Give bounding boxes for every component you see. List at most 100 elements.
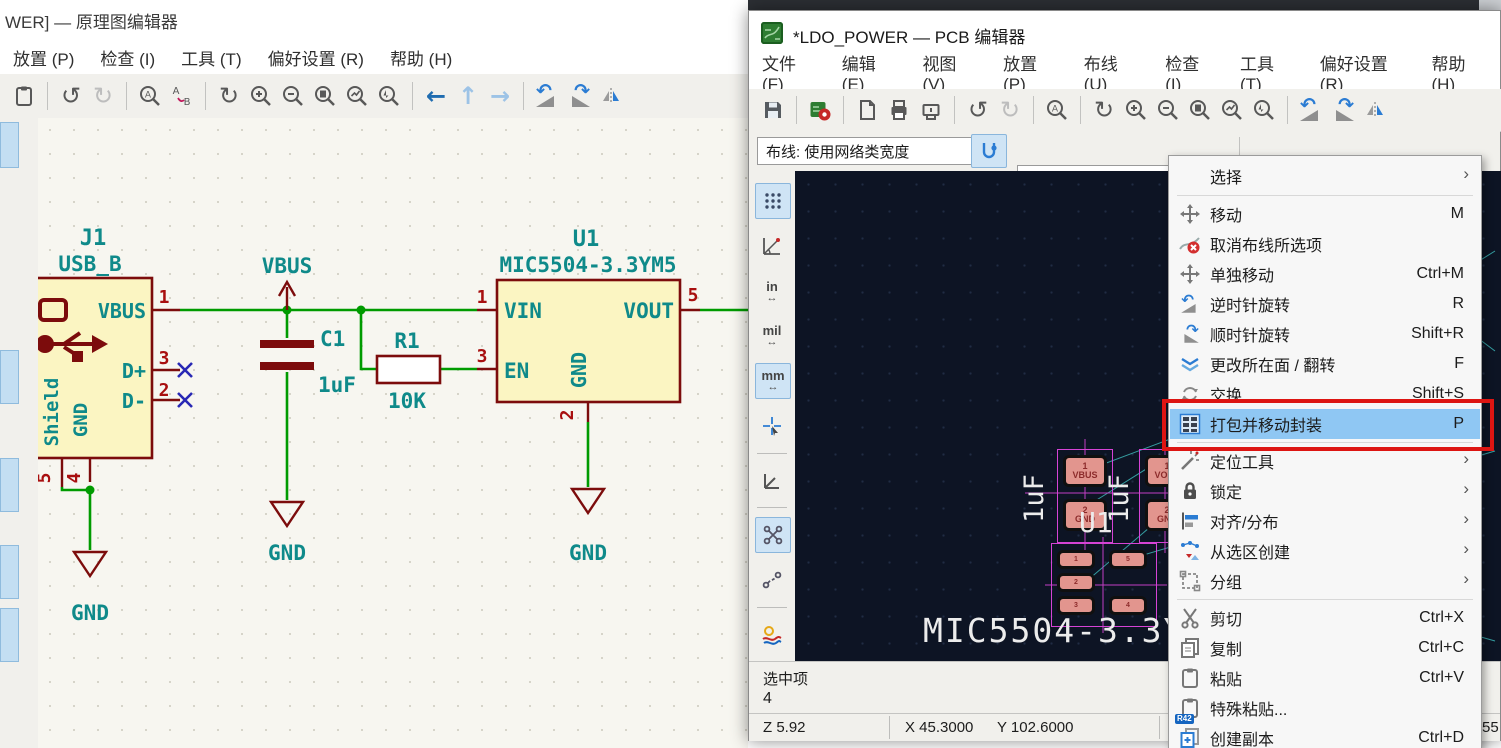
menu-item-create-from-selection[interactable]: 从选区创建 <box>1170 536 1480 566</box>
zoom-out-button[interactable] <box>1152 93 1184 127</box>
paste-button[interactable] <box>8 79 40 113</box>
left-tool-button-partial[interactable] <box>0 458 19 512</box>
left-tool-button-partial[interactable] <box>0 122 19 168</box>
menu-place[interactable]: 放置 (P) <box>990 55 1071 89</box>
mirror-button[interactable] <box>595 79 627 113</box>
cursor-style-button[interactable] <box>755 409 789 443</box>
menu-edit[interactable]: 编辑 (E) <box>829 55 910 89</box>
refresh-button[interactable]: ↻ <box>1088 93 1120 127</box>
menu-item-unroute[interactable]: 取消布线所选项 <box>1170 229 1480 259</box>
u1-pad-2[interactable]: 2 <box>1057 573 1095 592</box>
menu-help[interactable]: 帮助 (H) <box>1419 55 1500 89</box>
menu-item-lock[interactable]: 锁定 <box>1170 476 1480 506</box>
nav-up-button[interactable]: ↑ <box>452 79 484 113</box>
u1-ref-silk[interactable]: U1 <box>1079 506 1113 539</box>
c1-pad-1[interactable]: 1VBUS <box>1063 455 1107 487</box>
menu-tools[interactable]: 工具 (T) <box>1227 55 1307 89</box>
menu-place[interactable]: 放置 (P) <box>0 40 87 74</box>
menu-item-copy[interactable]: 复制 Ctrl+C <box>1170 633 1480 663</box>
redo-button[interactable]: ↻ <box>994 93 1026 127</box>
copy-icon <box>1177 636 1203 660</box>
menu-item-rotate-cw[interactable]: ↷ 顺时针旋转 Shift+R <box>1170 319 1480 349</box>
find-button[interactable] <box>134 79 166 113</box>
undo-button[interactable]: ↺ <box>55 79 87 113</box>
menu-item-paste[interactable]: 粘贴 Ctrl+V <box>1170 663 1480 693</box>
rotate-ccw-button[interactable]: ↶ <box>531 79 563 113</box>
zoom-fit-button[interactable] <box>1184 93 1216 127</box>
menu-item-group[interactable]: 分组 <box>1170 566 1480 596</box>
menu-item-label: 从选区创建 <box>1210 539 1290 563</box>
menu-item-shortcut: R <box>1452 295 1464 313</box>
ratsnest-curved-button[interactable] <box>755 563 789 597</box>
left-tool-button-partial[interactable] <box>0 350 19 404</box>
board-setup-button[interactable] <box>804 93 836 127</box>
menu-view[interactable]: 视图 (V) <box>909 55 990 89</box>
track-width-select[interactable]: 布线: 使用网络类宽度 <box>757 137 989 165</box>
save-button[interactable] <box>757 93 789 127</box>
zoom-objects-button[interactable] <box>341 79 373 113</box>
track-posture-button[interactable] <box>971 134 1007 168</box>
free-angle-button[interactable] <box>755 463 789 497</box>
flip-button[interactable] <box>1359 93 1391 127</box>
menu-file[interactable]: 文件 (F) <box>749 55 829 89</box>
zoom-in-button[interactable] <box>245 79 277 113</box>
find-button[interactable] <box>1041 93 1073 127</box>
zoom-out-button[interactable] <box>277 79 309 113</box>
menu-preferences[interactable]: 偏好设置 (R) <box>1307 55 1419 89</box>
menu-item-label: 选择 <box>1210 164 1242 188</box>
menu-inspect[interactable]: 检查 (I) <box>1152 55 1227 89</box>
c1-symbol[interactable]: C1 1uF <box>260 327 356 397</box>
align-icon <box>1177 509 1203 533</box>
c1-value-silk[interactable]: 1uF <box>1019 474 1050 523</box>
u1-pad-1[interactable]: 1 <box>1057 550 1095 569</box>
j1-symbol[interactable]: J1 USB_B VBUS D+ D- Shield GND 1 3 2 5 4 <box>38 226 192 487</box>
rotate-ccw-button[interactable]: ↶ <box>1295 93 1327 127</box>
highlight-net-button[interactable] <box>755 617 789 651</box>
menu-inspect[interactable]: 检查 (I) <box>87 40 168 74</box>
units-mil-button[interactable]: mil <box>755 319 789 353</box>
ratsnest-button[interactable] <box>755 517 791 553</box>
zoom-objects-button[interactable] <box>1216 93 1248 127</box>
undo-button[interactable]: ↺ <box>962 93 994 127</box>
zoom-in-button[interactable] <box>1120 93 1152 127</box>
page-settings-button[interactable] <box>851 93 883 127</box>
menu-route[interactable]: 布线 (U) <box>1071 55 1152 89</box>
u1-value-silk[interactable]: MIC5504-3.3YM <box>923 611 1207 650</box>
j1-value: USB_B <box>58 252 121 276</box>
menu-item-move-individually[interactable]: 单独移动 Ctrl+M <box>1170 259 1480 289</box>
gnd-symbols[interactable] <box>74 489 604 576</box>
grid-dots-button[interactable] <box>755 183 791 219</box>
zoom-fit-button[interactable] <box>309 79 341 113</box>
menu-item-flip[interactable]: 更改所在面 / 翻转 F <box>1170 349 1480 379</box>
menu-tools[interactable]: 工具 (T) <box>168 40 254 74</box>
menu-item-duplicate[interactable]: 创建副本 Ctrl+D <box>1170 723 1480 748</box>
menu-item-align-distribute[interactable]: 对齐/分布 <box>1170 506 1480 536</box>
vbus-power-symbol[interactable]: VBUS <box>262 254 313 310</box>
polar-coords-button[interactable] <box>755 229 789 263</box>
menu-item-move[interactable]: 移动 M <box>1170 199 1480 229</box>
print-button[interactable] <box>883 93 915 127</box>
nav-forward-button[interactable]: → <box>484 79 516 113</box>
units-mm-button[interactable]: mm <box>755 363 791 399</box>
nav-back-button[interactable]: ← <box>420 79 452 113</box>
zoom-selection-button[interactable] <box>1248 93 1280 127</box>
rotate-cw-button[interactable]: ↷ <box>1327 93 1359 127</box>
units-inch-button[interactable]: in <box>755 275 789 309</box>
left-tool-button-partial[interactable] <box>0 545 19 599</box>
menu-preferences[interactable]: 偏好设置 (R) <box>255 40 377 74</box>
u1-pad-5[interactable]: 5 <box>1109 550 1147 569</box>
find-replace-button[interactable] <box>166 79 198 113</box>
redo-button[interactable]: ↻ <box>87 79 119 113</box>
menu-item-cut[interactable]: 剪切 Ctrl+X <box>1170 603 1480 633</box>
rotate-cw-button[interactable]: ↷ <box>563 79 595 113</box>
u1-symbol[interactable]: U1 MIC5504-3.3YM5 VIN VOUT EN GND 1 3 5 … <box>477 227 700 422</box>
plot-button[interactable] <box>915 93 947 127</box>
menu-item-rotate-ccw[interactable]: ↶ 逆时针旋转 R <box>1170 289 1480 319</box>
menu-help[interactable]: 帮助 (H) <box>377 40 465 74</box>
menu-item-paste-special[interactable]: R42 特殊粘贴... <box>1170 693 1480 723</box>
refresh-button[interactable]: ↻ <box>213 79 245 113</box>
left-tool-button-partial[interactable] <box>0 608 19 662</box>
r1-symbol[interactable]: R1 10K <box>377 329 440 413</box>
menu-item-select[interactable]: 选择 <box>1170 161 1480 191</box>
zoom-selection-button[interactable] <box>373 79 405 113</box>
